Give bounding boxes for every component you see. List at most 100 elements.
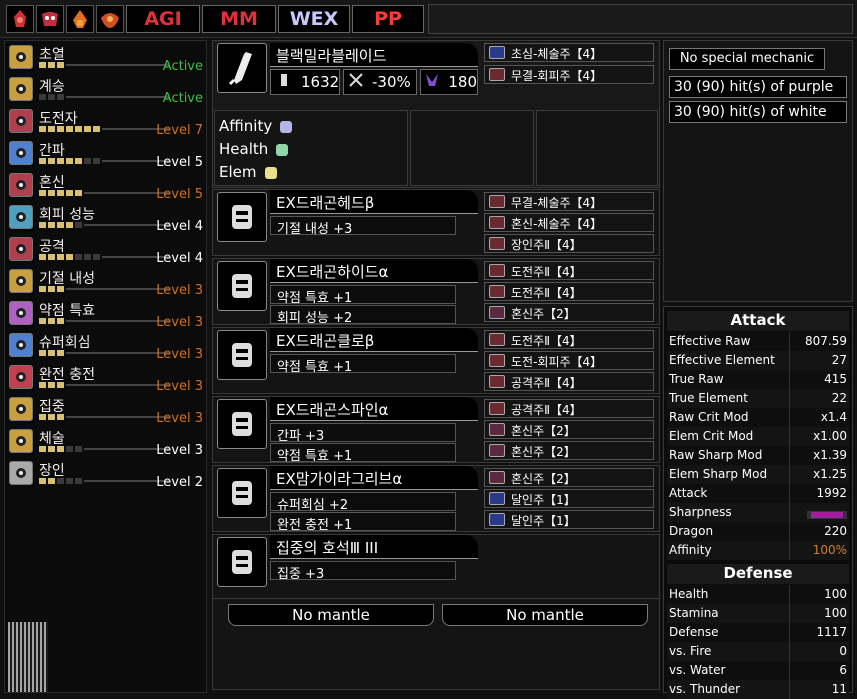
- armor-deco[interactable]: 혼신주【2】: [484, 303, 654, 322]
- skill-row[interactable]: 완전 충전 Level 3: [7, 363, 205, 394]
- armor-name[interactable]: EX맘가이라그리브α: [270, 466, 478, 490]
- armor-icon: [217, 261, 267, 311]
- stat-row: Attack 1992: [667, 484, 849, 503]
- armor-name[interactable]: EX드래곤스파인α: [270, 397, 478, 421]
- skill-pips: [39, 382, 64, 388]
- skill-row[interactable]: 회피 성능 Level 4: [7, 203, 205, 234]
- skill-row[interactable]: 도전자 Level 7: [7, 107, 205, 138]
- skill-level: Level 7: [156, 123, 203, 138]
- mechanic-line-2: 30 (90) hit(s) of white: [669, 101, 847, 123]
- armor-deco[interactable]: 장인주Ⅱ【4】: [484, 234, 654, 253]
- mm-button[interactable]: MM: [202, 5, 276, 33]
- pp-button[interactable]: PP: [352, 5, 424, 33]
- armor-deco[interactable]: 공격주Ⅱ【4】: [484, 399, 654, 418]
- stat-divider: [789, 541, 790, 560]
- skill-pip: [48, 478, 55, 484]
- armor-deco[interactable]: 도전-회피주【4】: [484, 351, 654, 370]
- skill-gem-icon: [9, 397, 33, 421]
- armor-deco[interactable]: 혼신주【2】: [484, 468, 654, 487]
- armor-name[interactable]: EX드래곤하이드α: [270, 259, 478, 283]
- affinity-hex-icon: [280, 120, 293, 133]
- stat-value: 100%: [812, 543, 847, 557]
- deco-label: 장인주Ⅱ【4】: [511, 238, 582, 252]
- armor-name[interactable]: 집중의 호석Ⅲ III: [270, 535, 478, 559]
- armor-deco[interactable]: 혼신-체술주【4】: [484, 213, 654, 232]
- defense_section-section-title: Defense: [667, 564, 849, 584]
- armor-deco[interactable]: 공격주Ⅱ【4】: [484, 372, 654, 391]
- skill-pip: [93, 126, 100, 132]
- skill-pip: [57, 318, 64, 324]
- stat-row: vs. Water 6: [667, 661, 849, 680]
- wex-button[interactable]: WEX: [278, 5, 350, 33]
- stat-divider: [789, 446, 790, 465]
- skill-pip: [57, 222, 64, 228]
- deco-icon: [489, 333, 505, 346]
- skill-row[interactable]: 약점 특효 Level 3: [7, 299, 205, 330]
- skill-bar-line: [66, 96, 169, 98]
- skill-row[interactable]: 슈퍼회심 Level 3: [7, 331, 205, 362]
- skill-level: Level 3: [156, 315, 203, 330]
- monster-icon-1[interactable]: [6, 5, 34, 33]
- skill-bar-line: [66, 320, 169, 322]
- skill-row[interactable]: 장인 Level 2: [7, 459, 205, 490]
- skill-pip: [66, 446, 73, 452]
- skill-row[interactable]: 체술 Level 3: [7, 427, 205, 458]
- skill-row[interactable]: 공격 Level 4: [7, 235, 205, 266]
- monster-icon-2[interactable]: [36, 5, 64, 33]
- skill-pip: [57, 446, 64, 452]
- skill-row[interactable]: 기절 내성 Level 3: [7, 267, 205, 298]
- skill-name: 약점 특효: [39, 303, 95, 319]
- weapon-deco-2[interactable]: 무결-회피주【4】: [484, 65, 654, 84]
- armor-deco[interactable]: 도전주Ⅱ【4】: [484, 282, 654, 301]
- qr-code[interactable]: [8, 622, 48, 692]
- weapon-name[interactable]: 블랙밀라블레이드: [270, 43, 478, 67]
- armor-skill: 약점 특효 +1: [270, 285, 456, 306]
- skill-pip: [39, 126, 46, 132]
- mantle-slot-2[interactable]: No mantle: [442, 604, 648, 626]
- skill-row[interactable]: 집중 Level 3: [7, 395, 205, 426]
- stat-row: Defense 1117: [667, 623, 849, 642]
- monster-icon-3[interactable]: [66, 5, 94, 33]
- skill-gem-icon: [9, 301, 33, 325]
- armor-deco[interactable]: 도전주Ⅱ【4】: [484, 261, 654, 280]
- skill-gem-icon: [9, 461, 33, 485]
- agi-button[interactable]: AGI: [126, 5, 200, 33]
- skill-level: Level 4: [156, 219, 203, 234]
- deco-icon: [489, 68, 505, 81]
- skill-level: Level 3: [156, 379, 203, 394]
- skill-pip: [39, 158, 46, 164]
- skill-pip: [66, 222, 73, 228]
- affinity-swords-icon: [348, 72, 366, 92]
- armor-deco[interactable]: 달인주【1】: [484, 510, 654, 529]
- skill-name: 공격: [39, 239, 65, 255]
- stat-value: 807.59: [805, 334, 847, 348]
- skill-pip: [93, 158, 100, 164]
- armor-name[interactable]: EX드래곤클로β: [270, 328, 478, 352]
- skill-pip: [57, 414, 64, 420]
- armor-deco[interactable]: 달인주【1】: [484, 489, 654, 508]
- stat-label: Dragon: [669, 524, 714, 538]
- skill-gem-icon: [9, 141, 33, 165]
- skill-row[interactable]: 초열 Active: [7, 43, 205, 74]
- skill-pip: [66, 478, 73, 484]
- mechanic-line-1: 30 (90) hit(s) of purple: [669, 76, 847, 98]
- monster-icon-4[interactable]: [96, 5, 124, 33]
- armor-deco[interactable]: 혼신주【2】: [484, 441, 654, 460]
- mantle-slot-1[interactable]: No mantle: [228, 604, 434, 626]
- skill-row[interactable]: 혼신 Level 5: [7, 171, 205, 202]
- armor-deco[interactable]: 혼신주【2】: [484, 420, 654, 439]
- armor-deco[interactable]: 도전주Ⅱ【4】: [484, 330, 654, 349]
- deco-icon: [489, 513, 505, 526]
- armor-deco[interactable]: 무결-체술주【4】: [484, 192, 654, 211]
- weapon-deco-1[interactable]: 초심-체술주【4】: [484, 43, 654, 62]
- stat-label: vs. Fire: [669, 644, 712, 658]
- deco-icon: [489, 46, 505, 59]
- stat-label: vs. Thunder: [669, 682, 741, 696]
- skill-level: Level 4: [156, 251, 203, 266]
- skill-pip: [48, 382, 55, 388]
- stat-value: 415: [824, 372, 847, 386]
- skill-row[interactable]: 간파 Level 5: [7, 139, 205, 170]
- skill-row[interactable]: 계승 Active: [7, 75, 205, 106]
- stat-divider: [789, 389, 790, 408]
- armor-name[interactable]: EX드래곤헤드β: [270, 190, 478, 214]
